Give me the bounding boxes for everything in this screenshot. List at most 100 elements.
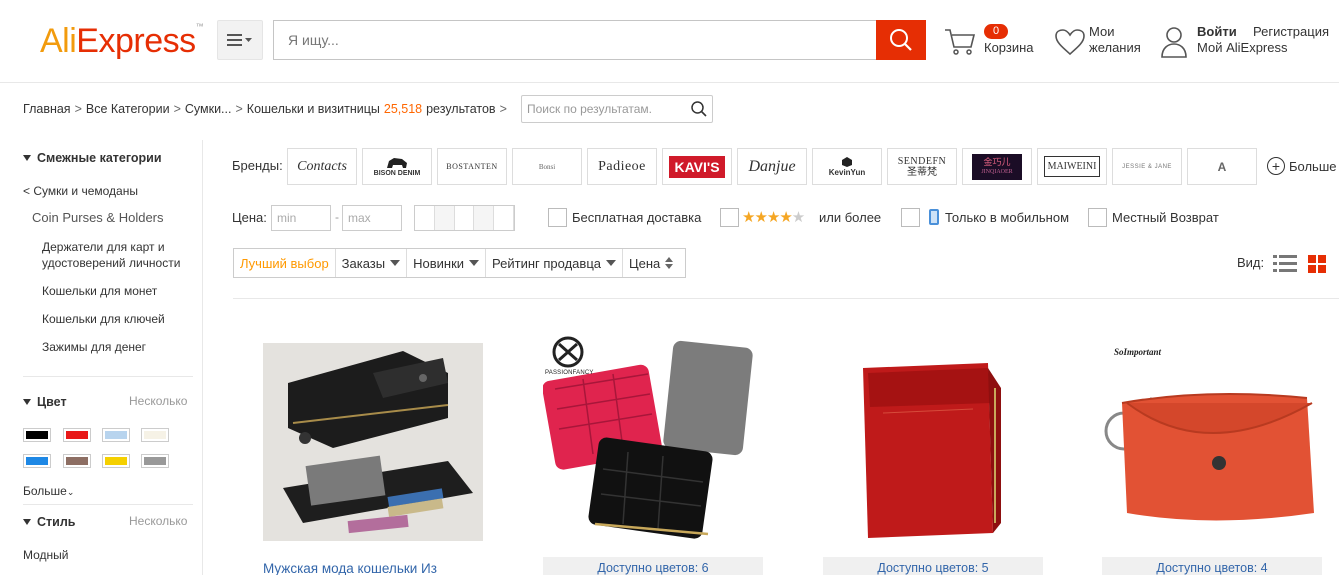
- brand-contacts[interactable]: Contacts: [287, 148, 357, 185]
- related-categories-title[interactable]: Смежные категории: [23, 151, 162, 165]
- swatch-fill: [26, 431, 48, 439]
- logo-tm: ™: [195, 22, 204, 31]
- sort-seller-rating[interactable]: Рейтинг продавца: [486, 249, 623, 277]
- style-multi-select[interactable]: Несколько: [129, 514, 187, 528]
- triangle-down-icon: [23, 155, 31, 161]
- brand-bostanten[interactable]: BOSTANTEN: [437, 148, 507, 185]
- product-image-2[interactable]: PASSIONFANCY: [543, 334, 763, 552]
- price-min-input[interactable]: [271, 205, 331, 231]
- sort-best-match[interactable]: Лучший выбор: [234, 249, 336, 277]
- mobile-only-label[interactable]: Только в мобильном: [945, 210, 1069, 225]
- subcategory-key-wallets[interactable]: Кошельки для ключей: [42, 311, 165, 327]
- brand-kevinyun-label: KevinYun: [828, 168, 866, 177]
- sort-orders[interactable]: Заказы: [336, 249, 408, 277]
- sort-price[interactable]: Цена: [623, 249, 680, 277]
- rating-stars[interactable]: ★★★★★: [742, 208, 805, 226]
- product-image-1[interactable]: [263, 343, 483, 541]
- price-range-histogram[interactable]: [414, 205, 515, 231]
- local-return-label[interactable]: Местный Возврат: [1112, 210, 1219, 225]
- color-swatch-yellow[interactable]: [102, 454, 130, 468]
- breadcrumb-home[interactable]: Главная: [23, 102, 71, 116]
- grid-view-icon[interactable]: [1307, 254, 1327, 274]
- brand-jinqiaoer[interactable]: 金巧儿 JINQIAOER: [962, 148, 1032, 185]
- color-swatch-blue[interactable]: [23, 454, 51, 468]
- brand-kavis-label: KAVI'S: [669, 155, 725, 178]
- categories-menu-button[interactable]: [217, 20, 263, 60]
- jinqiaoer-logo: 金巧儿 JINQIAOER: [972, 153, 1022, 180]
- color-swatch-brown[interactable]: [63, 454, 91, 468]
- color-multi-select[interactable]: Несколько: [129, 394, 187, 408]
- swatch-fill: [66, 457, 88, 465]
- parent-category-link[interactable]: < Сумки и чемоданы: [23, 183, 138, 199]
- color-swatch-beige[interactable]: [141, 428, 169, 442]
- rating-label[interactable]: или более: [819, 210, 881, 225]
- list-view-icon[interactable]: [1273, 254, 1297, 274]
- price-max-input[interactable]: [342, 205, 402, 231]
- wishlist-line2: желания: [1089, 40, 1141, 55]
- search-input[interactable]: [273, 20, 877, 60]
- brand-sendefn[interactable]: SENDEFN 圣蒂梵: [887, 148, 957, 185]
- search-within-results-input[interactable]: [521, 95, 713, 123]
- red-wallet-image: [863, 363, 1001, 538]
- my-aliexpress-link[interactable]: Мой AliExpress: [1197, 40, 1288, 55]
- sort-newest-label: Новинки: [413, 255, 465, 271]
- brand-padieoe[interactable]: Padieoe: [587, 148, 657, 185]
- free-shipping-label[interactable]: Бесплатная доставка: [572, 210, 701, 225]
- rating-checkbox[interactable]: [720, 208, 739, 227]
- style-filter-title[interactable]: Стиль: [23, 515, 75, 529]
- color-swatch-red[interactable]: [63, 428, 91, 442]
- more-brands-button[interactable]: + Больше: [1267, 157, 1337, 175]
- cart-link[interactable]: 0 Корзина: [944, 22, 1039, 62]
- brand-bonsi[interactable]: Bonsi: [512, 148, 582, 185]
- mobile-phone-icon: [929, 209, 939, 225]
- product-title-1[interactable]: Мужская мода кошельки Из: [263, 561, 437, 575]
- free-shipping-checkbox[interactable]: [548, 208, 567, 227]
- logo-express: Express: [76, 22, 196, 60]
- mobile-only-checkbox[interactable]: [901, 208, 920, 227]
- color-filter-title[interactable]: Цвет: [23, 395, 67, 409]
- brand-maiweini[interactable]: MAIWEINI: [1037, 148, 1107, 185]
- price-range-segment[interactable]: [474, 206, 495, 230]
- price-range-segment[interactable]: [494, 206, 514, 230]
- subcategory-coin-purses[interactable]: Кошельки для монет: [42, 283, 157, 299]
- brand-a-label: A: [1217, 159, 1227, 174]
- breadcrumb-bags[interactable]: Сумки...: [185, 102, 232, 116]
- product-colors-3: Доступно цветов: 5: [823, 557, 1043, 575]
- color-swatch-black[interactable]: [23, 428, 51, 442]
- price-range-segment[interactable]: [454, 206, 475, 230]
- brand-a[interactable]: A: [1187, 148, 1257, 185]
- price-range-segment[interactable]: [434, 206, 455, 230]
- sort-newest[interactable]: Новинки: [407, 249, 487, 277]
- brand-bison-label: BISON DENIM: [373, 170, 421, 177]
- wishlist-link[interactable]: Мои желания: [1054, 22, 1154, 62]
- brand-danjue[interactable]: Danjue: [737, 148, 807, 185]
- results-label: результатов: [426, 102, 496, 116]
- current-category[interactable]: Coin Purses & Holders: [32, 210, 164, 226]
- orange-purse-image: [1104, 393, 1314, 521]
- brand-kavis[interactable]: KAVI'S: [662, 148, 732, 185]
- search-icon[interactable]: [690, 100, 708, 118]
- product-image-3[interactable]: [823, 343, 1043, 553]
- breadcrumb-all-categories[interactable]: Все Категории: [86, 102, 170, 116]
- product-image-4[interactable]: SoImportant: [1102, 343, 1322, 553]
- brand-bison-denim[interactable]: BISON DENIM: [362, 148, 432, 185]
- search-button[interactable]: [876, 20, 926, 60]
- sort-updown-icon: [665, 257, 674, 269]
- register-link[interactable]: Регистрация: [1253, 24, 1329, 39]
- sidebar-divider: [23, 504, 193, 505]
- login-link[interactable]: Войти: [1197, 24, 1237, 39]
- cart-count-badge: 0: [984, 24, 1008, 39]
- price-range-segment[interactable]: [415, 206, 435, 230]
- price-label: Цена:: [232, 210, 267, 225]
- subcategory-money-clips[interactable]: Зажимы для денег: [42, 339, 146, 355]
- brand-jessie-jane[interactable]: JESSIE & JANE: [1112, 148, 1182, 185]
- more-colors-link[interactable]: Больше⌄: [23, 483, 74, 500]
- color-swatch-multicolor[interactable]: [102, 428, 130, 442]
- color-swatch-gray[interactable]: [141, 454, 169, 468]
- style-option-fashion[interactable]: Модный: [23, 547, 69, 563]
- local-return-checkbox[interactable]: [1088, 208, 1107, 227]
- brand-kevinyun[interactable]: KevinYun: [812, 148, 882, 185]
- brand-contacts-label: Contacts: [297, 158, 347, 174]
- aliexpress-logo[interactable]: AliExpress™: [40, 22, 204, 61]
- subcategory-card-holders[interactable]: Держатели для карт и удостоверений лично…: [42, 239, 192, 271]
